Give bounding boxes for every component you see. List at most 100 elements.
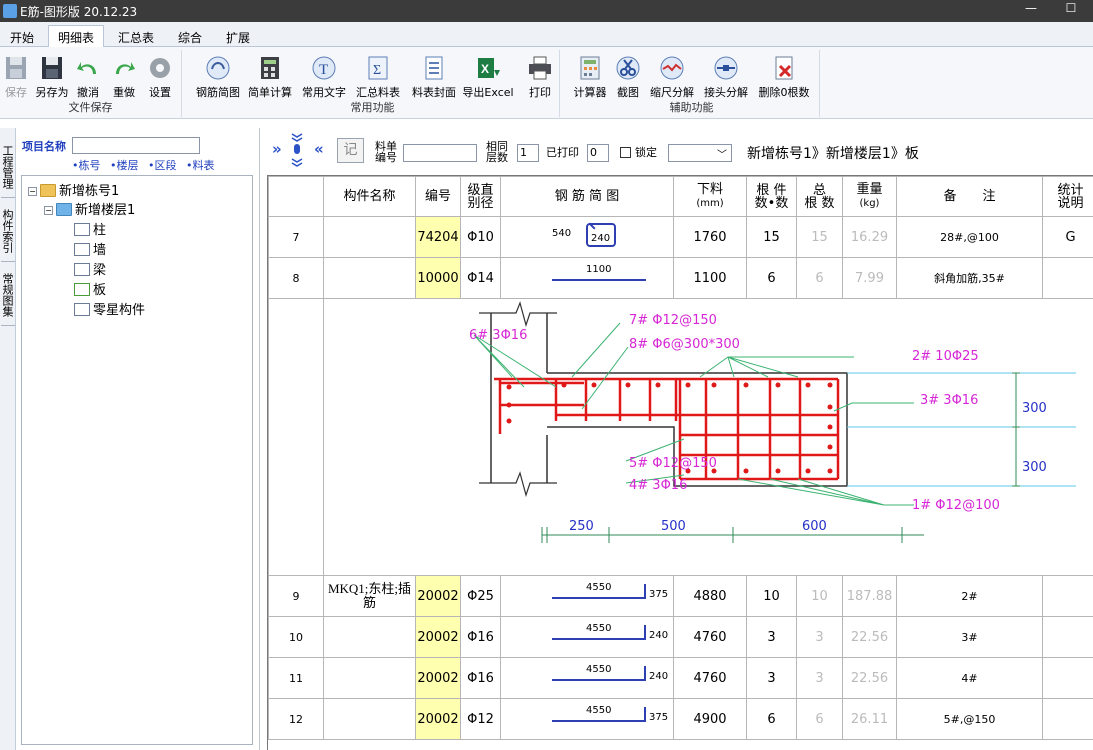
count-cell[interactable]: 10 [746,575,797,617]
tab-start[interactable]: 开始 [4,26,40,47]
table-row[interactable]: 9 MKQ1;东柱;插筋 20002 Φ25 4550 375 4880 10 … [268,575,1093,617]
diagram-index-cell [268,298,324,576]
cut-length-cell[interactable]: 4880 [673,575,747,617]
table-row[interactable]: 12 20002 Φ12 4550 375 4900 6 6 26.11 5#,… [268,698,1093,740]
component-name-cell[interactable]: MKQ1;东柱;插筋 [323,575,416,617]
collapse-icon[interactable]: − [28,187,37,196]
lock-label: 锁定 [635,146,657,159]
grade-cell[interactable]: Φ12 [460,698,501,740]
material-no-input[interactable] [403,144,477,162]
code-cell[interactable]: 20002 [415,575,461,617]
note-cell[interactable]: 斜角加筋,35# [896,257,1043,299]
note-cell[interactable]: 3# [896,616,1043,658]
mic-icon[interactable] [290,130,304,170]
collapse-icon[interactable]: − [44,206,53,215]
tree-item-slab[interactable]: 板 [74,279,106,298]
stat-cell[interactable] [1042,657,1093,699]
count-cell[interactable]: 15 [746,216,797,258]
grade-cell[interactable]: Φ10 [460,216,501,258]
project-name-input[interactable] [72,137,200,154]
same-floors-label: 相同 层数 [486,140,508,164]
side-tab-project[interactable]: 工程管理 [1,136,15,198]
table-row[interactable]: 7 74204 Φ10 540 240 1760 15 15 16.29 28#… [268,216,1093,258]
bar-hook [642,707,646,722]
grade-cell[interactable]: Φ16 [460,616,501,658]
ribbon-group-label: 辅助功能 [669,101,714,114]
filter-floor[interactable]: •楼层 [110,159,139,172]
expand-right-icon[interactable]: » [272,140,282,158]
tab-detail-table[interactable]: 明细表 [48,25,104,48]
stat-cell[interactable] [1042,698,1093,740]
sketch-cell[interactable]: 1100 [500,257,674,299]
svg-text:T: T [319,62,328,78]
grade-cell[interactable]: Φ16 [460,657,501,699]
tree-node-building[interactable]: − 新增栋号1 [28,180,119,199]
tab-comprehensive[interactable]: 综合 [172,26,208,47]
sketch-length: 540 [552,228,572,239]
code-cell[interactable]: 74204 [415,216,461,258]
view-select[interactable]: ﹀ [668,144,732,162]
stat-cell[interactable] [1042,575,1093,617]
sketch-cell[interactable]: 4550 240 [500,657,674,699]
same-floors-input[interactable]: 1 [517,144,539,162]
note-cell[interactable]: 5#,@150 [896,698,1043,740]
section-diagram-cell: 7# Φ12@150 6# 3Φ16 8# Φ6@300*300 2# 10Φ2… [323,298,1093,576]
sketch-cell[interactable]: 4550 375 [500,698,674,740]
side-tab-atlas[interactable]: 常规图集 [1,264,15,326]
filter-material-list[interactable]: •料表 [186,159,215,172]
code-cell[interactable]: 20002 [415,616,461,658]
code-cell[interactable]: 20002 [415,698,461,740]
filter-building[interactable]: •栋号 [72,159,101,172]
tree-node-floor[interactable]: − 新增楼层1 [44,199,135,218]
project-panel: 项目名称 •栋号 •楼层 •区段 •料表 − 新增栋号1 − 新增楼层1 柱 墙 梁… [17,128,260,750]
tree-item-misc[interactable]: 零星构件 [74,299,146,318]
component-name-cell[interactable] [323,657,416,699]
count-cell[interactable]: 6 [746,698,797,740]
cut-length-cell[interactable]: 1760 [673,216,747,258]
count-cell[interactable]: 3 [746,657,797,699]
stat-cell[interactable] [1042,616,1093,658]
grade-cell[interactable]: Φ25 [460,575,501,617]
tree-item-column[interactable]: 柱 [74,219,106,238]
code-cell[interactable]: 20002 [415,657,461,699]
tree-item-beam[interactable]: 梁 [74,259,106,278]
lock-checkbox[interactable] [620,147,631,158]
printed-count-input[interactable]: 0 [587,144,609,162]
tab-summary-table[interactable]: 汇总表 [112,26,160,47]
component-name-cell[interactable] [323,616,416,658]
sketch-cell[interactable]: 4550 240 [500,616,674,658]
stat-cell[interactable] [1042,257,1093,299]
component-name-cell[interactable] [323,698,416,740]
count-cell[interactable]: 3 [746,616,797,658]
note-cell[interactable]: 28#,@100 [896,216,1043,258]
minimize-icon[interactable]: — [1022,1,1040,19]
cut-length-cell[interactable]: 1100 [673,257,747,299]
code-cell[interactable]: 10000 [415,257,461,299]
sketch-cell[interactable]: 4550 375 [500,575,674,617]
grade-cell[interactable]: Φ14 [460,257,501,299]
stat-cell[interactable]: G [1042,216,1093,258]
cut-length-cell[interactable]: 4760 [673,657,747,699]
maximize-icon[interactable]: ☐ [1062,1,1080,19]
component-name-cell[interactable] [323,216,416,258]
col-note-header: 备 注 [896,176,1043,217]
sketch-cell[interactable]: 540 240 [500,216,674,258]
record-button[interactable]: 记 [337,138,364,163]
side-tab-component-index[interactable]: 构件索引 [1,200,15,262]
sum-icon: Σ [368,56,388,80]
note-cell[interactable]: 4# [896,657,1043,699]
collapse-left-icon[interactable]: « [314,140,324,158]
table-row[interactable]: 8 10000 Φ14 1100 1100 6 6 7.99 斜角加筋,35# [268,257,1093,299]
table-row[interactable]: 10 20002 Φ16 4550 240 4760 3 3 22.56 3# [268,616,1093,658]
count-cell[interactable]: 6 [746,257,797,299]
cut-length-cell[interactable]: 4900 [673,698,747,740]
ribbon-group-common: 钢筋简图 简单计算 T 常用文字 Σ 汇总料表 料表封面 X 导出Excel 打… [186,50,560,117]
cut-length-cell[interactable]: 4760 [673,616,747,658]
tree-item-wall[interactable]: 墙 [74,239,106,258]
component-name-cell[interactable] [323,257,416,299]
filter-section[interactable]: •区段 [148,159,177,172]
tab-extend[interactable]: 扩展 [220,26,256,47]
table-row[interactable]: 11 20002 Φ16 4550 240 4760 3 3 22.56 4# [268,657,1093,699]
note-cell[interactable]: 2# [896,575,1043,617]
tree-item-label: 零星构件 [93,303,146,318]
